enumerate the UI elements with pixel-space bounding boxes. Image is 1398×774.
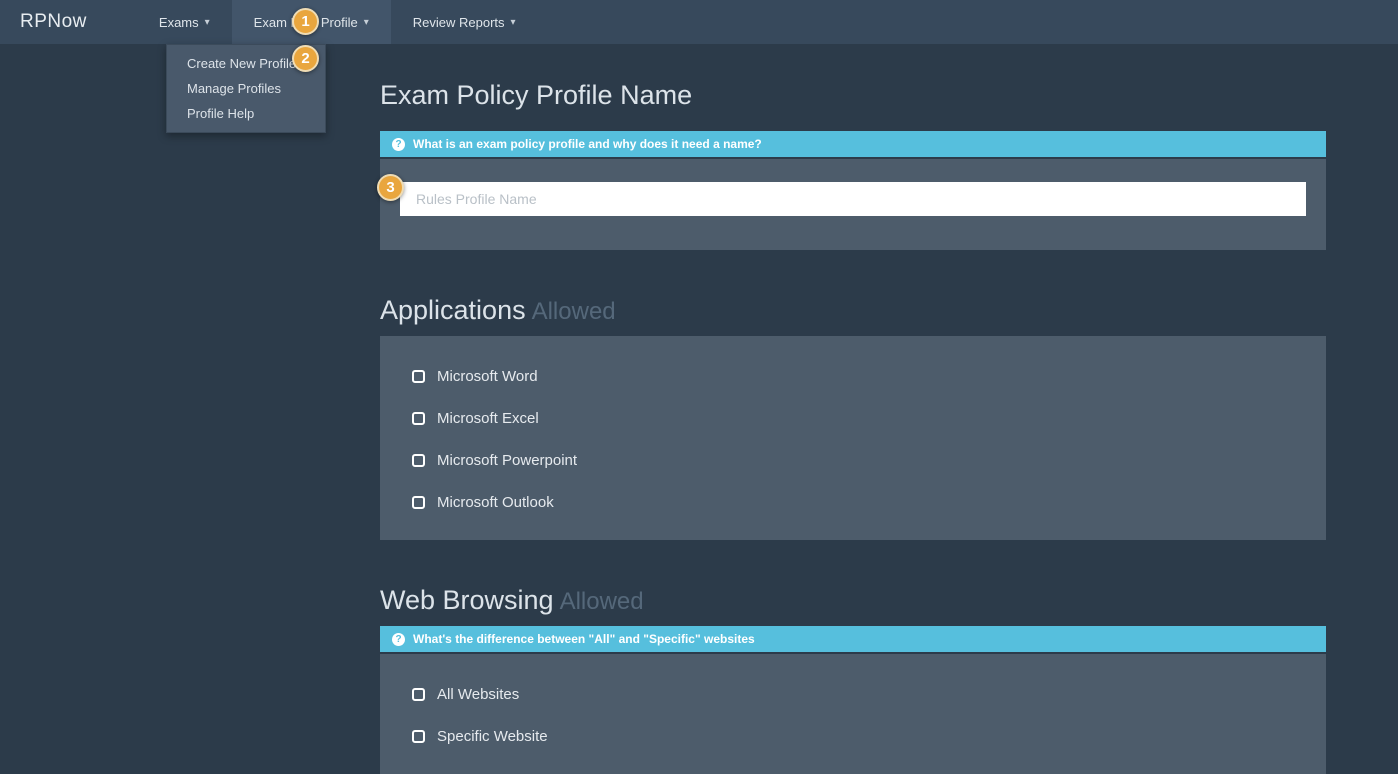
checkbox-label: Specific Website xyxy=(437,728,548,745)
app-brand: RPNow xyxy=(0,11,107,33)
step-badge-3: 3 xyxy=(377,174,404,201)
checkbox-label: Microsoft Outlook xyxy=(437,494,554,511)
nav-item-label: Exams xyxy=(159,15,199,30)
chevron-down-icon: ▾ xyxy=(511,17,516,28)
web-browsing-help-bar[interactable]: ? What's the difference between "All" an… xyxy=(380,626,1326,652)
chevron-down-icon: ▾ xyxy=(205,17,210,28)
nav-item-exams[interactable]: Exams ▾ xyxy=(137,0,232,44)
checkbox-icon[interactable] xyxy=(412,370,425,383)
applications-section-title: ApplicationsAllowed xyxy=(380,295,1326,326)
checkbox-row-microsoft-outlook[interactable]: Microsoft Outlook xyxy=(412,492,1326,512)
section-title-text: Applications xyxy=(380,295,526,325)
checkbox-row-specific-website[interactable]: Specific Website xyxy=(412,726,1326,746)
checkbox-row-microsoft-word[interactable]: Microsoft Word xyxy=(412,366,1326,386)
checkbox-icon[interactable] xyxy=(412,454,425,467)
profile-name-panel xyxy=(380,159,1326,250)
checkbox-row-all-websites[interactable]: All Websites xyxy=(412,684,1326,704)
checkbox-label: Microsoft Word xyxy=(437,368,538,385)
web-browsing-section-title: Web BrowsingAllowed xyxy=(380,585,1326,616)
checkbox-icon[interactable] xyxy=(412,730,425,743)
checkbox-row-microsoft-powerpoint[interactable]: Microsoft Powerpoint xyxy=(412,450,1326,470)
question-icon: ? xyxy=(392,633,405,646)
checkbox-icon[interactable] xyxy=(412,688,425,701)
checkbox-icon[interactable] xyxy=(412,412,425,425)
dropdown-item-manage-profiles[interactable]: Manage Profiles xyxy=(167,76,325,101)
dropdown-item-profile-help[interactable]: Profile Help xyxy=(167,101,325,126)
checkbox-label: Microsoft Powerpoint xyxy=(437,452,577,469)
nav-item-review-reports[interactable]: Review Reports ▾ xyxy=(391,0,538,44)
help-text: What's the difference between "All" and … xyxy=(413,632,755,646)
help-text: What is an exam policy profile and why d… xyxy=(413,137,762,151)
section-title-text: Web Browsing xyxy=(380,585,554,615)
section-title-suffix: Allowed xyxy=(532,298,616,325)
question-icon: ? xyxy=(392,138,405,151)
checkbox-label: All Websites xyxy=(437,686,519,703)
nav-item-label: Review Reports xyxy=(413,15,505,30)
applications-panel: Microsoft Word Microsoft Excel Microsoft… xyxy=(380,336,1326,540)
profile-name-help-bar[interactable]: ? What is an exam policy profile and why… xyxy=(380,131,1326,157)
page-title: Exam Policy Profile Name xyxy=(380,80,1326,111)
section-title-suffix: Allowed xyxy=(560,588,644,615)
chevron-down-icon: ▾ xyxy=(364,17,369,28)
step-badge-2: 2 xyxy=(292,45,319,72)
checkbox-icon[interactable] xyxy=(412,496,425,509)
checkbox-label: Microsoft Excel xyxy=(437,410,539,427)
web-browsing-panel: All Websites Specific Website xyxy=(380,654,1326,774)
checkbox-row-microsoft-excel[interactable]: Microsoft Excel xyxy=(412,408,1326,428)
step-badge-1: 1 xyxy=(292,8,319,35)
top-navbar: RPNow Exams ▾ Exam Rule Profile ▾ Review… xyxy=(0,0,1398,44)
main-content: Exam Policy Profile Name ? What is an ex… xyxy=(380,44,1326,774)
nav-menu: Exams ▾ Exam Rule Profile ▾ Review Repor… xyxy=(137,0,538,44)
rules-profile-name-input[interactable] xyxy=(400,182,1306,216)
